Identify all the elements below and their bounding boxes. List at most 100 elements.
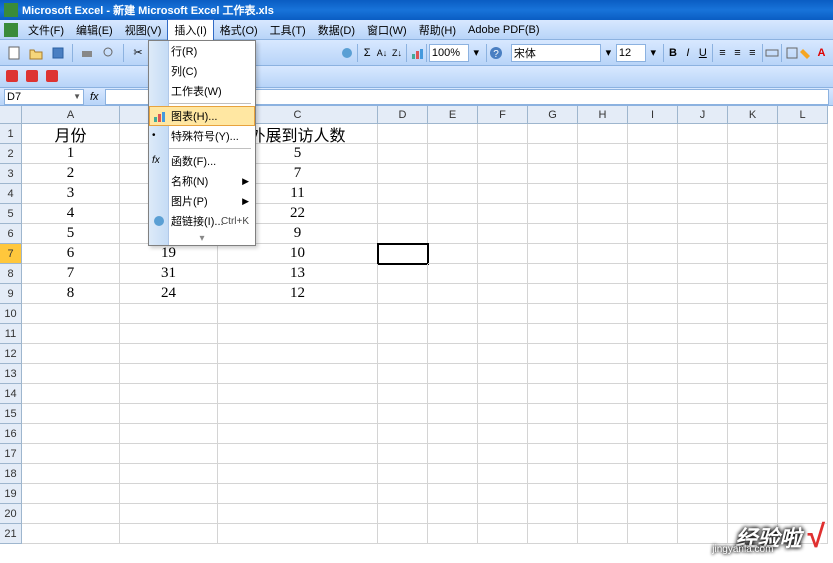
align-right-button[interactable]: ≡ [745,43,760,63]
cell-K3[interactable] [728,164,778,184]
cell-C19[interactable] [218,484,378,504]
menu-item-6[interactable]: 名称(N)▶ [149,171,255,191]
cell-D20[interactable] [378,504,428,524]
cell-D15[interactable] [378,404,428,424]
cell-D11[interactable] [378,324,428,344]
cell-B9[interactable]: 24 [120,284,218,304]
cell-I2[interactable] [628,144,678,164]
cell-I9[interactable] [628,284,678,304]
cell-J11[interactable] [678,324,728,344]
cell-K6[interactable] [728,224,778,244]
cell-G15[interactable] [528,404,578,424]
cell-A10[interactable] [22,304,120,324]
align-left-button[interactable]: ≡ [715,43,730,63]
cell-B19[interactable] [120,484,218,504]
col-header-K[interactable]: K [728,106,778,124]
row-header-9[interactable]: 9 [0,284,22,304]
sort-asc-button[interactable]: A↓ [375,43,390,63]
cell-F12[interactable] [478,344,528,364]
cell-I6[interactable] [628,224,678,244]
cell-D4[interactable] [378,184,428,204]
cell-G1[interactable] [528,124,578,144]
cell-F17[interactable] [478,444,528,464]
cell-E11[interactable] [428,324,478,344]
cell-C14[interactable] [218,384,378,404]
cell-H15[interactable] [578,404,628,424]
cell-C15[interactable] [218,404,378,424]
row-header-2[interactable]: 2 [0,144,22,164]
cell-I8[interactable] [628,264,678,284]
cell-F15[interactable] [478,404,528,424]
cell-I1[interactable] [628,124,678,144]
cell-H12[interactable] [578,344,628,364]
font-color-button[interactable]: A [814,43,829,63]
zoom-input[interactable] [429,44,469,62]
cell-I18[interactable] [628,464,678,484]
cell-D7[interactable] [378,244,428,264]
row-header-14[interactable]: 14 [0,384,22,404]
cell-E6[interactable] [428,224,478,244]
col-header-H[interactable]: H [578,106,628,124]
cell-G20[interactable] [528,504,578,524]
cell-C10[interactable] [218,304,378,324]
cell-G21[interactable] [528,524,578,544]
col-header-E[interactable]: E [428,106,478,124]
row-header-4[interactable]: 4 [0,184,22,204]
fx-label[interactable]: fx [90,91,99,103]
cell-E5[interactable] [428,204,478,224]
cell-F21[interactable] [478,524,528,544]
cell-K1[interactable] [728,124,778,144]
name-box-dropdown-icon[interactable]: ▼ [73,92,81,101]
cell-E16[interactable] [428,424,478,444]
cell-E18[interactable] [428,464,478,484]
cell-J16[interactable] [678,424,728,444]
cell-G10[interactable] [528,304,578,324]
cell-F19[interactable] [478,484,528,504]
cell-A4[interactable]: 3 [22,184,120,204]
cell-L13[interactable] [778,364,828,384]
cell-H7[interactable] [578,244,628,264]
cell-I7[interactable] [628,244,678,264]
cell-L9[interactable] [778,284,828,304]
row-header-17[interactable]: 17 [0,444,22,464]
cell-B20[interactable] [120,504,218,524]
preview-button[interactable] [99,43,119,63]
cell-A13[interactable] [22,364,120,384]
cell-J13[interactable] [678,364,728,384]
cell-H20[interactable] [578,504,628,524]
cell-L19[interactable] [778,484,828,504]
cell-I15[interactable] [628,404,678,424]
cell-J6[interactable] [678,224,728,244]
open-button[interactable] [26,43,46,63]
cell-K5[interactable] [728,204,778,224]
cell-E9[interactable] [428,284,478,304]
cell-L14[interactable] [778,384,828,404]
col-header-L[interactable]: L [778,106,828,124]
cell-I10[interactable] [628,304,678,324]
cell-G4[interactable] [528,184,578,204]
underline-button[interactable]: U [695,43,710,63]
menu-view[interactable]: 视图(V) [119,20,168,40]
cell-D3[interactable] [378,164,428,184]
cell-B8[interactable]: 31 [120,264,218,284]
cell-A16[interactable] [22,424,120,444]
cell-C16[interactable] [218,424,378,444]
cell-K19[interactable] [728,484,778,504]
cell-K17[interactable] [728,444,778,464]
cell-D16[interactable] [378,424,428,444]
row-header-12[interactable]: 12 [0,344,22,364]
cell-J20[interactable] [678,504,728,524]
cell-A19[interactable] [22,484,120,504]
cell-L7[interactable] [778,244,828,264]
cell-H16[interactable] [578,424,628,444]
cell-K16[interactable] [728,424,778,444]
row-header-5[interactable]: 5 [0,204,22,224]
row-header-13[interactable]: 13 [0,364,22,384]
cell-J4[interactable] [678,184,728,204]
cell-K2[interactable] [728,144,778,164]
cell-F1[interactable] [478,124,528,144]
menu-item-5[interactable]: 函数(F)...fx [149,151,255,171]
cell-A2[interactable]: 1 [22,144,120,164]
cell-K4[interactable] [728,184,778,204]
fill-color-button[interactable] [799,43,814,63]
